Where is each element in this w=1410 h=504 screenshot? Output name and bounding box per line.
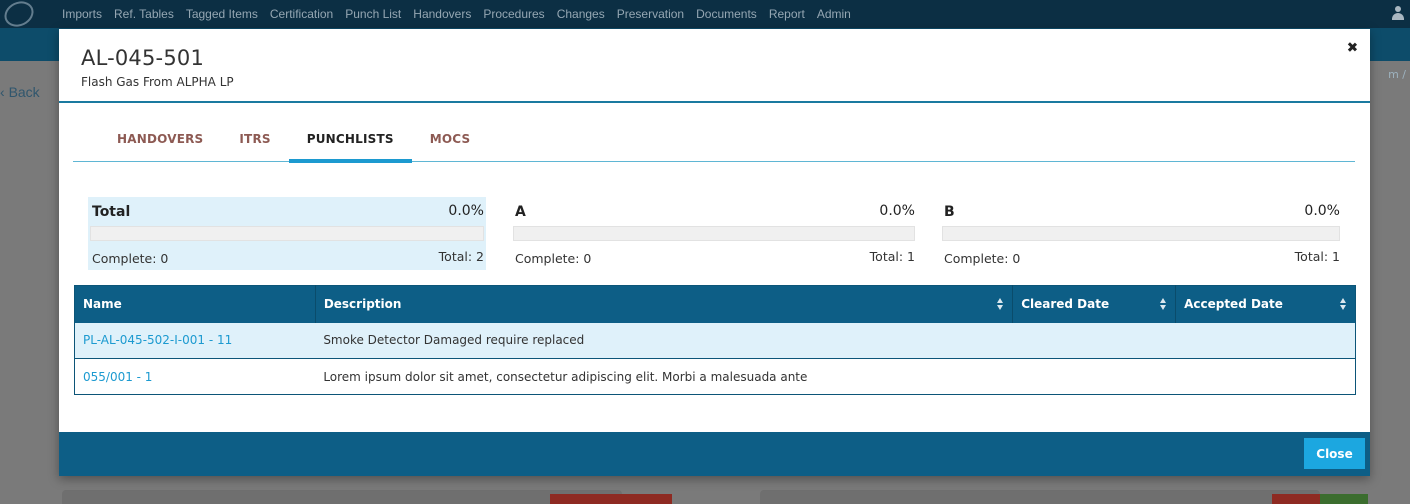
tab-punchlists[interactable]: PUNCHLISTS [288,121,412,163]
cell-accepted-date [1175,322,1356,359]
menu-item-handovers[interactable]: Handovers [413,7,471,21]
stat-percent: 0.0% [448,203,484,219]
menu-item-admin[interactable]: Admin [817,7,851,21]
menu-item-procedures[interactable]: Procedures [483,7,544,21]
column-header-label: Description [323,297,402,312]
table-row[interactable]: PL-AL-045-502-I-001 - 11 Smoke Detector … [74,322,1356,359]
menu-item-changes[interactable]: Changes [557,7,605,21]
close-icon[interactable] [1345,40,1359,54]
cell-name: PL-AL-045-502-I-001 - 11 [74,322,316,359]
cell-name: 055/001 - 1 [74,358,316,395]
menu-item-preservation[interactable]: Preservation [617,7,684,21]
app-main-menu: Imports Ref. Tables Tagged Items Certifi… [62,0,863,28]
stat-label: B [944,204,955,220]
menu-item-tagged-items[interactable]: Tagged Items [186,7,258,21]
progress-bar [942,226,1340,241]
cell-description: Lorem ipsum dolor sit amet, consectetur … [315,358,1013,395]
punchlist-table: Name Description Cleared Date Accepted D… [74,285,1356,395]
stat-total: Total 0.0% Complete: 0 Total: 2 [88,197,486,270]
stat-percent: 0.0% [879,203,915,219]
tab-itrs[interactable]: ITRS [221,121,288,162]
cell-accepted-date [1175,358,1356,395]
table-row[interactable]: 055/001 - 1 Lorem ipsum dolor sit amet, … [74,358,1356,395]
stat-count-total: Total: 1 [869,249,915,264]
menu-item-certification[interactable]: Certification [270,7,333,21]
modal-footer: Close [59,432,1370,476]
punchlist-link[interactable]: PL-AL-045-502-I-001 - 11 [83,333,232,347]
background-status-bar [1272,494,1320,504]
progress-bar [90,226,484,241]
tab-handovers[interactable]: HANDOVERS [73,121,221,162]
sort-icon[interactable] [997,298,1004,310]
progress-bar [513,226,915,241]
cell-description: Smoke Detector Damaged require replaced [315,322,1013,359]
column-header-label: Cleared Date [1021,297,1110,312]
column-header-name[interactable]: Name [74,285,316,323]
back-link[interactable]: ‹ Back [0,84,40,100]
app-logo-icon[interactable] [0,0,38,32]
stat-b: B 0.0% Complete: 0 Total: 1 [940,197,1342,270]
menu-item-punch-list[interactable]: Punch List [345,7,401,21]
background-card [760,490,1320,504]
stat-label: A [515,204,526,220]
column-header-label: Accepted Date [1184,297,1283,312]
sort-icon[interactable] [1160,298,1167,310]
modal-subtitle: Flash Gas From ALPHA LP [81,75,234,89]
close-button[interactable]: Close [1304,438,1365,469]
modal-title: AL-045-501 [81,46,205,70]
stat-count-total: Total: 1 [1294,249,1340,264]
menu-item-ref-tables[interactable]: Ref. Tables [114,7,174,21]
menu-item-report[interactable]: Report [769,7,805,21]
punchlist-link[interactable]: 055/001 - 1 [83,370,152,384]
menu-item-documents[interactable]: Documents [696,7,757,21]
back-link-label: Back [8,84,40,100]
stat-complete: Complete: 0 [92,251,169,266]
stat-percent: 0.0% [1304,203,1340,219]
column-header-cleared-date[interactable]: Cleared Date [1012,285,1177,323]
breadcrumb: m / [1388,68,1406,81]
table-header-row: Name Description Cleared Date Accepted D… [74,285,1356,323]
stat-a: A 0.0% Complete: 0 Total: 1 [511,197,917,270]
background-card [62,490,622,504]
modal-tabs: HANDOVERS ITRS PUNCHLISTS MOCS [73,121,1355,163]
user-icon[interactable] [1392,6,1404,20]
column-header-label: Name [83,297,122,312]
menu-item-imports[interactable]: Imports [62,7,102,21]
stat-count-total: Total: 2 [438,249,484,264]
background-status-bar [550,494,672,504]
stat-complete: Complete: 0 [944,251,1021,266]
punchlist-modal: AL-045-501 Flash Gas From ALPHA LP HANDO… [59,29,1370,476]
tab-mocs[interactable]: MOCS [412,121,489,162]
cell-cleared-date [1012,322,1176,359]
column-header-accepted-date[interactable]: Accepted Date [1176,286,1356,323]
stat-complete: Complete: 0 [515,251,592,266]
app-nav-bar: Imports Ref. Tables Tagged Items Certifi… [0,0,1410,32]
cell-cleared-date [1012,358,1176,395]
sort-icon[interactable] [1340,298,1347,310]
background-status-bar [1320,494,1368,504]
stat-label: Total [92,204,131,220]
modal-header: AL-045-501 Flash Gas From ALPHA LP [59,29,1370,103]
column-header-description[interactable]: Description [315,285,1014,323]
